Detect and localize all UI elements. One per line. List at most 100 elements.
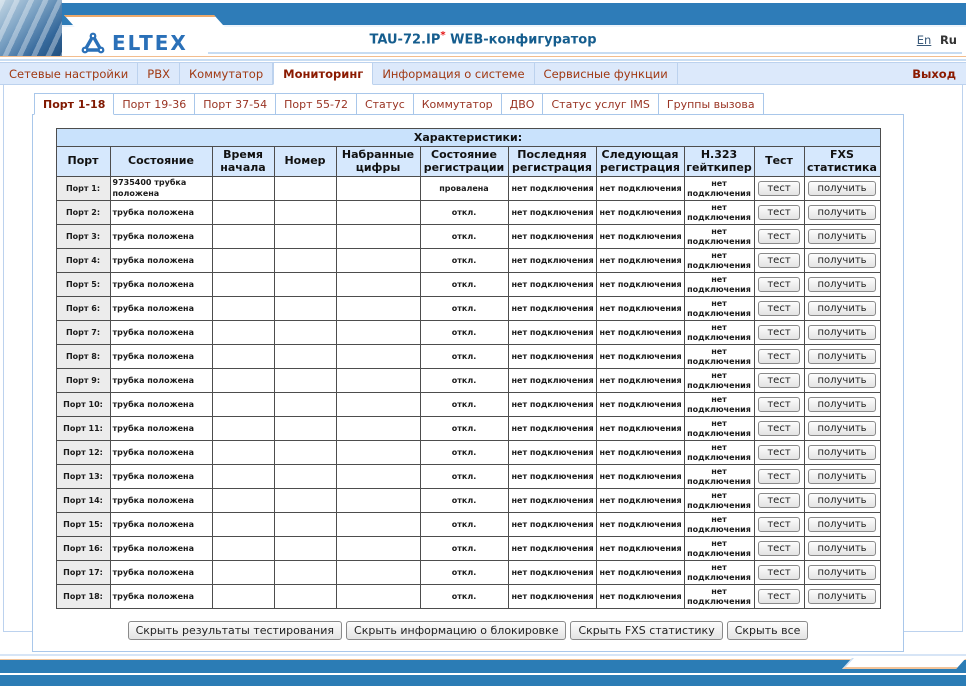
last-reg-cell: нет подключения — [507, 368, 597, 394]
fxs-get-button[interactable]: получить — [808, 301, 876, 317]
lang-ru-label[interactable]: Ru — [940, 33, 957, 47]
fxs-get-button[interactable]: получить — [808, 589, 876, 605]
next-reg-cell: нет подключения — [595, 272, 685, 298]
test-button[interactable]: тест — [758, 421, 800, 437]
last-reg-cell: нет подключения — [507, 344, 597, 370]
test-button[interactable]: тест — [758, 349, 800, 365]
number-cell — [273, 224, 337, 250]
subtab-switch[interactable]: Коммутатор — [413, 93, 502, 115]
hide-fxs-stats-button[interactable]: Скрыть FXS статистику — [570, 621, 723, 641]
test-button[interactable]: тест — [758, 325, 800, 341]
test-button[interactable]: тест — [758, 493, 800, 509]
state-cell: трубка положена — [109, 488, 213, 514]
main-nav-items: Сетевые настройки PBX Коммутатор Мониторинг… — [0, 63, 678, 85]
hide-test-results-button[interactable]: Скрыть результаты тестирования — [127, 621, 343, 641]
fxs-get-button[interactable]: получить — [808, 349, 876, 365]
fxs-get-button[interactable]: получить — [808, 421, 876, 437]
test-button[interactable]: тест — [758, 469, 800, 485]
port-row: Порт 12: трубка положена откл. нет подключе… — [55, 440, 881, 466]
fxs-get-button[interactable]: получить — [808, 445, 876, 461]
nav-tab-service-functions[interactable]: Сервисные функции — [535, 63, 678, 84]
fxs-get-button[interactable]: получить — [808, 397, 876, 413]
nav-tab-switch[interactable]: Коммутатор — [180, 63, 274, 84]
subtab-port-37-54[interactable]: Порт 37-54 — [195, 93, 277, 115]
test-button[interactable]: тест — [758, 373, 800, 389]
test-button[interactable]: тест — [758, 205, 800, 221]
dialed-digits-cell — [335, 440, 421, 466]
fxs-get-button[interactable]: получить — [808, 181, 876, 197]
h323-cell: нет подключения — [683, 200, 755, 226]
fxs-get-button[interactable]: получить — [808, 469, 876, 485]
test-cell: тест — [753, 536, 805, 562]
nav-tab-system-info[interactable]: Информация о системе — [373, 63, 535, 84]
state-cell: трубка положена — [109, 272, 213, 298]
subtab-port-55-72[interactable]: Порт 55-72 — [276, 93, 357, 115]
fxs-get-button[interactable]: получить — [808, 229, 876, 245]
hide-block-info-button[interactable]: Скрыть информацию о блокировке — [346, 621, 567, 641]
fxs-get-button[interactable]: получить — [808, 565, 876, 581]
fxs-get-button[interactable]: получить — [808, 541, 876, 557]
lang-en-link[interactable]: En — [917, 33, 932, 47]
subtab-ims-services-status[interactable]: Статус услуг IMS — [543, 93, 659, 115]
fxs-cell: получить — [803, 440, 881, 466]
port-row: Порт 17: трубка положена откл. нет подключе… — [55, 560, 881, 586]
table-header-row: Порт Состояние Время начала Номер Набранные … — [55, 145, 881, 178]
test-button[interactable]: тест — [758, 229, 800, 245]
test-button[interactable]: тест — [758, 253, 800, 269]
reg-state-cell: провалена — [419, 176, 509, 202]
number-cell — [273, 296, 337, 322]
test-cell: тест — [753, 320, 805, 346]
dialed-digits-cell — [335, 248, 421, 274]
header-stripes — [0, 56, 966, 62]
test-button[interactable]: тест — [758, 277, 800, 293]
nav-tab-pbx[interactable]: PBX — [138, 63, 180, 84]
port-row: Порт 2: трубка положена откл. нет подключен… — [55, 200, 881, 226]
subtab-port-1-18[interactable]: Порт 1-18 — [34, 93, 115, 115]
nav-tab-monitoring[interactable]: Мониторинг — [273, 63, 374, 85]
subtab-status[interactable]: Статус — [356, 93, 414, 115]
port-row: Порт 14: трубка положена откл. нет подключе… — [55, 488, 881, 514]
fxs-get-button[interactable]: получить — [808, 205, 876, 221]
hide-all-button[interactable]: Скрыть все — [726, 621, 809, 641]
number-cell — [273, 560, 337, 586]
subtab-call-groups[interactable]: Группы вызова — [658, 93, 764, 115]
fxs-get-button[interactable]: получить — [808, 373, 876, 389]
last-reg-cell: нет подключения — [507, 560, 597, 586]
number-cell — [273, 320, 337, 346]
language-switcher: En Ru — [917, 33, 957, 47]
test-button[interactable]: тест — [758, 397, 800, 413]
port-cell: Порт 2: — [55, 200, 111, 226]
port-cell: Порт 13: — [55, 464, 111, 490]
logout-link[interactable]: Выход — [902, 63, 966, 84]
test-button[interactable]: тест — [758, 517, 800, 533]
fxs-get-button[interactable]: получить — [808, 325, 876, 341]
start-time-cell — [211, 224, 275, 250]
subtab-dvo[interactable]: ДВО — [501, 93, 544, 115]
test-button[interactable]: тест — [758, 589, 800, 605]
test-button[interactable]: тест — [758, 301, 800, 317]
fxs-cell: получить — [803, 464, 881, 490]
fxs-get-button[interactable]: получить — [808, 253, 876, 269]
fxs-get-button[interactable]: получить — [808, 277, 876, 293]
subtab-port-19-36[interactable]: Порт 19-36 — [114, 93, 196, 115]
nav-tab-network-settings[interactable]: Сетевые настройки — [0, 63, 139, 84]
test-cell: тест — [753, 416, 805, 442]
h323-cell: нет подключения — [683, 512, 755, 538]
test-button[interactable]: тест — [758, 181, 800, 197]
number-cell — [273, 392, 337, 418]
test-button[interactable]: тест — [758, 445, 800, 461]
port-row: Порт 3: трубка положена откл. нет подключен… — [55, 224, 881, 250]
test-button[interactable]: тест — [758, 565, 800, 581]
next-reg-cell: нет подключения — [595, 440, 685, 466]
ports-table-body: Порт 1: 9735400 трубка положена провалена н… — [55, 176, 881, 610]
fxs-get-button[interactable]: получить — [808, 493, 876, 509]
last-reg-cell: нет подключения — [507, 440, 597, 466]
next-reg-cell: нет подключения — [595, 176, 685, 202]
reg-state-cell: откл. — [419, 536, 509, 562]
fxs-get-button[interactable]: получить — [808, 517, 876, 533]
port-cell: Порт 14: — [55, 488, 111, 514]
port-cell: Порт 4: — [55, 248, 111, 274]
test-button[interactable]: тест — [758, 541, 800, 557]
port-row: Порт 13: трубка положена откл. нет подключе… — [55, 464, 881, 490]
start-time-cell — [211, 344, 275, 370]
